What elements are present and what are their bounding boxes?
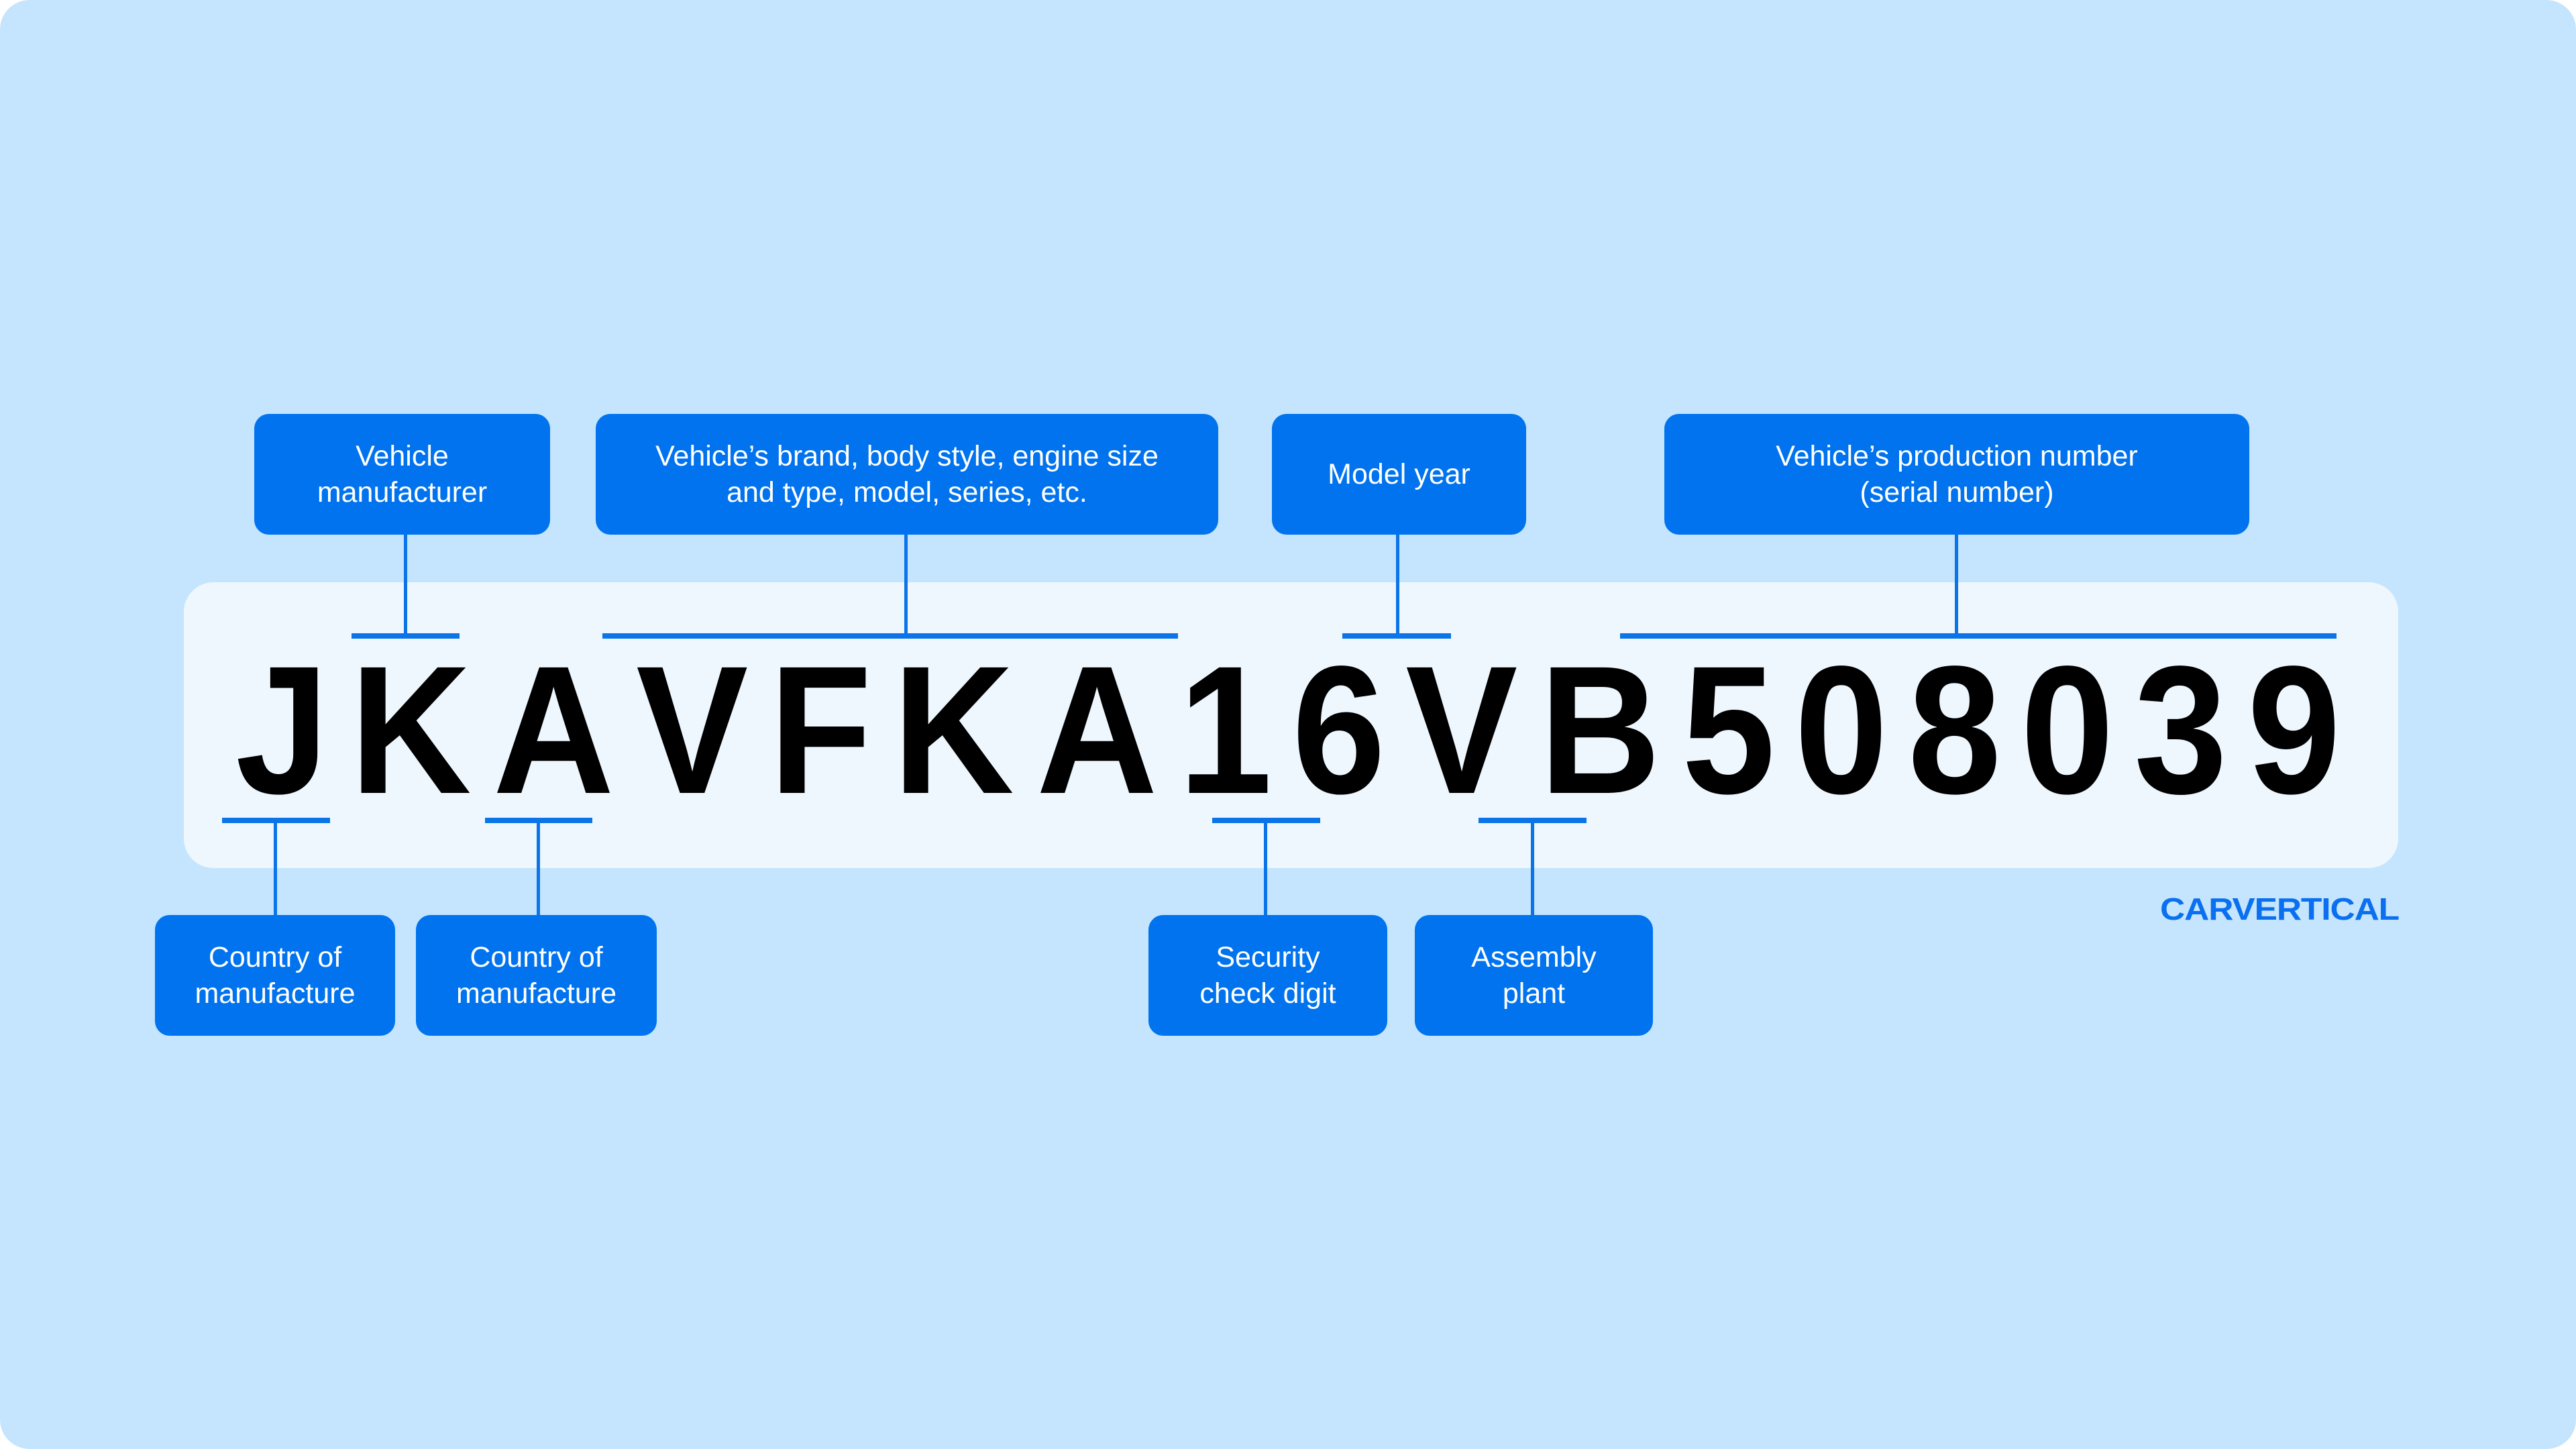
vin-char: A: [1036, 628, 1158, 832]
vin-code: J K A V F K A 1 6 V B 5 0 8 0 3 9: [231, 628, 2345, 832]
infographic-canvas: Vehicle manufacturer Vehicle’s brand, bo…: [0, 0, 2576, 1449]
vin-char: K: [893, 628, 1014, 832]
connector-stem-country-of-manufacture-2: [537, 820, 540, 915]
label-assembly-plant: Assembly plant: [1415, 915, 1653, 1036]
vin-char: 0: [2021, 628, 2114, 832]
connector-stem-serial-number: [1955, 535, 1958, 636]
vin-char: 6: [1291, 628, 1385, 832]
vin-char: V: [1405, 628, 1518, 832]
label-security-check-digit: Security check digit: [1148, 915, 1387, 1036]
vin-char: 8: [1907, 628, 2002, 832]
label-serial-number: Vehicle’s production number (serial numb…: [1664, 414, 2249, 535]
label-country-of-manufacture-1: Country of manufacture: [155, 915, 395, 1036]
vin-char: F: [769, 628, 872, 832]
vin-char: 9: [2247, 628, 2341, 832]
connector-stem-vehicle-manufacturer: [404, 535, 407, 636]
carvertical-logo: CARVERTICAL: [2160, 892, 2400, 926]
connector-stem-assembly-plant: [1531, 820, 1534, 915]
connector-stem-country-of-manufacture-1: [274, 820, 277, 915]
vin-char: J: [235, 628, 329, 832]
label-vehicle-descriptor: Vehicle’s brand, body style, engine size…: [596, 414, 1218, 535]
label-vehicle-manufacturer: Vehicle manufacturer: [254, 414, 550, 535]
connector-stem-security-check-digit: [1264, 820, 1267, 915]
vin-char: 5: [1681, 628, 1775, 832]
vin-char: A: [493, 628, 614, 832]
label-country-of-manufacture-2: Country of manufacture: [416, 915, 657, 1036]
vin-char: K: [350, 628, 472, 832]
connector-stem-vehicle-descriptor: [904, 535, 908, 636]
vin-char: B: [1539, 628, 1661, 832]
vin-char: V: [636, 628, 749, 832]
connector-stem-model-year: [1396, 535, 1399, 636]
vin-char: 0: [1794, 628, 1888, 832]
vin-char: 1: [1178, 628, 1273, 832]
label-model-year: Model year: [1272, 414, 1526, 535]
vin-char: 3: [2134, 628, 2228, 832]
